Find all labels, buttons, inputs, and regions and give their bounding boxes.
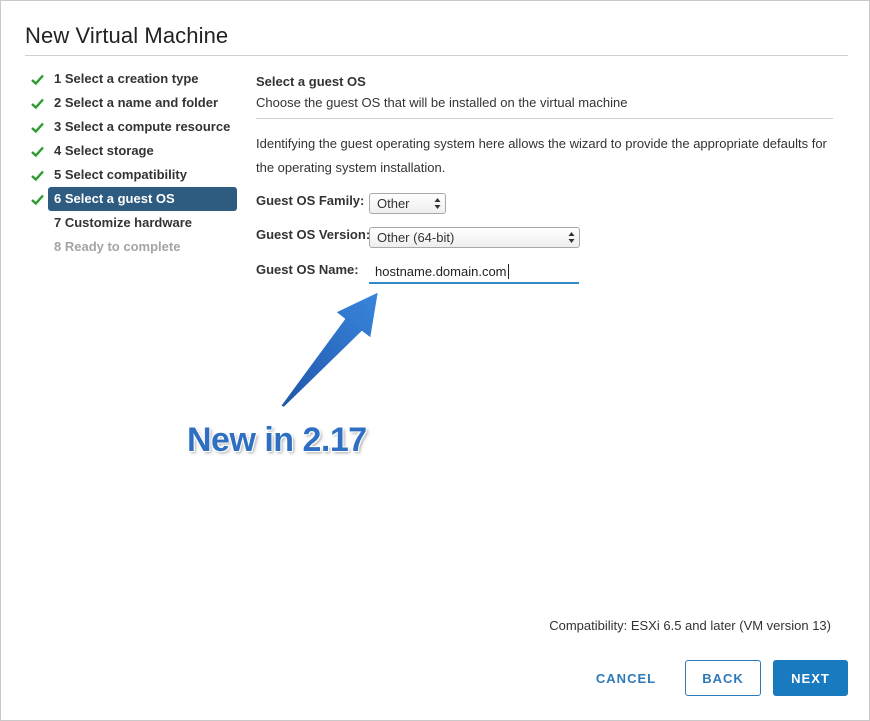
title-divider <box>25 55 848 56</box>
step-label: 2 Select a name and folder <box>54 95 219 110</box>
step-label: 7 Customize hardware <box>54 215 192 230</box>
step-8: 8 Ready to complete <box>31 235 239 259</box>
step-2[interactable]: 2 Select a name and folder <box>31 91 239 115</box>
check-icon <box>31 91 48 115</box>
check-icon <box>31 187 48 211</box>
check-icon <box>31 139 48 163</box>
guest-os-version-value: Other (64-bit) <box>377 230 455 245</box>
step-label: 1 Select a creation type <box>54 71 199 86</box>
dialog-title: New Virtual Machine <box>25 23 229 48</box>
check-icon <box>31 163 48 187</box>
back-button[interactable]: BACK <box>685 660 761 696</box>
guest-os-name-value: hostname.domain.com <box>375 264 507 279</box>
guest-os-family-select[interactable]: Other <box>369 193 446 214</box>
guest-os-version-label: Guest OS Version: <box>256 227 371 242</box>
step-label: 8 Ready to complete <box>54 239 181 254</box>
guest-os-family-value: Other <box>377 196 410 211</box>
guest-os-version-select[interactable]: Other (64-bit) <box>369 227 580 248</box>
annotation-arrow-icon <box>279 290 380 409</box>
step-label: 4 Select storage <box>54 143 154 158</box>
guest-os-name-label: Guest OS Name: <box>256 262 359 277</box>
section-title: Select a guest OS <box>256 74 366 89</box>
text-caret <box>507 264 509 279</box>
step-4[interactable]: 4 Select storage <box>31 139 239 163</box>
step-5[interactable]: 5 Select compatibility <box>31 163 239 187</box>
compatibility-info: Compatibility: ESXi 6.5 and later (VM ve… <box>549 618 831 633</box>
step-3[interactable]: 3 Select a compute resource <box>31 115 239 139</box>
guest-os-name-input[interactable]: hostname.domain.com <box>369 261 579 284</box>
section-subtitle: Choose the guest OS that will be install… <box>256 95 628 110</box>
cancel-button[interactable]: CANCEL <box>587 660 665 696</box>
step-label: 6 Select a guest OS <box>54 191 175 206</box>
wizard-steps: 1 Select a creation type 2 Select a name… <box>31 67 239 259</box>
next-button[interactable]: NEXT <box>773 660 848 696</box>
check-icon <box>31 67 48 91</box>
step-6-active[interactable]: 6 Select a guest OS <box>31 187 239 211</box>
section-divider <box>256 118 833 119</box>
step-label: 5 Select compatibility <box>54 167 187 182</box>
guest-os-family-label: Guest OS Family: <box>256 193 365 208</box>
check-icon <box>31 115 48 139</box>
new-vm-dialog: New Virtual Machine 1 Select a creation … <box>0 0 870 721</box>
select-arrows-icon <box>568 232 575 243</box>
annotation-label: New in 2.17 <box>187 421 367 459</box>
select-arrows-icon <box>434 198 441 209</box>
step-label: 3 Select a compute resource <box>54 119 231 134</box>
step-1[interactable]: 1 Select a creation type <box>31 67 239 91</box>
step-7[interactable]: 7 Customize hardware <box>31 211 239 235</box>
section-description: Identifying the guest operating system h… <box>256 136 827 175</box>
